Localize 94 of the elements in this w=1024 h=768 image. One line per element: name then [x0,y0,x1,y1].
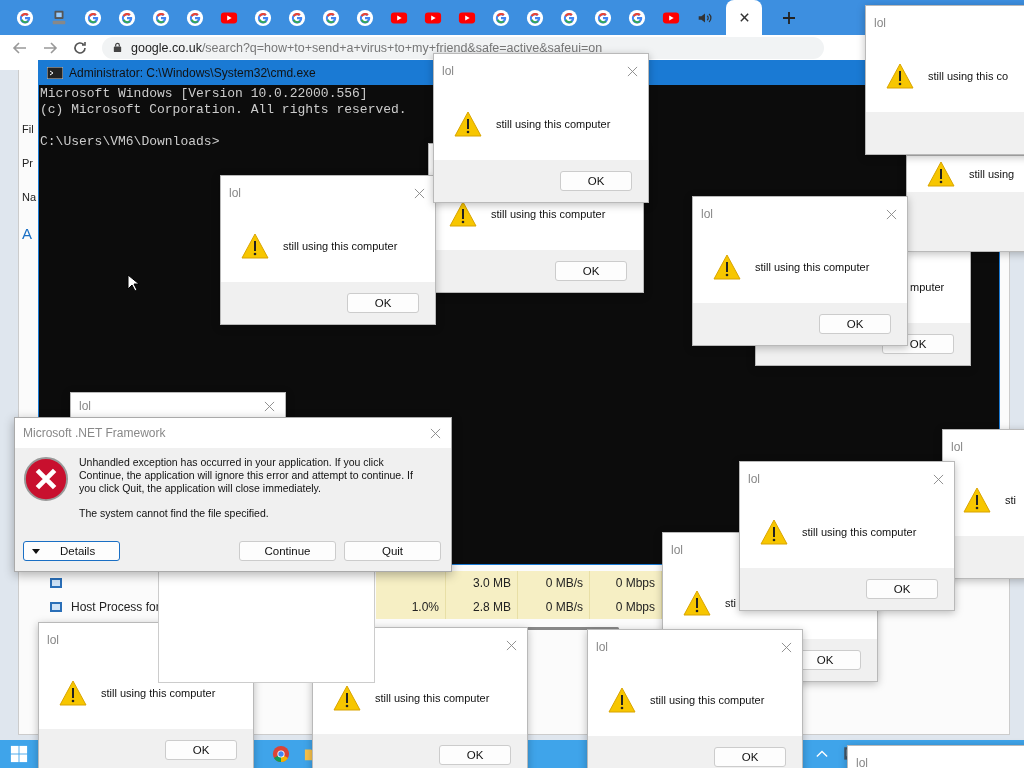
warning-icon [449,201,477,227]
g-logo-icon [526,8,544,27]
back-arrow-icon[interactable] [12,39,28,56]
warning-icon [241,233,269,259]
dialog-title: lol [748,472,760,486]
dialog-message: still using this computer [375,692,490,704]
dialog-title: lol [671,543,683,557]
dialog-message: still using this computer [283,240,398,252]
warning-icon [760,519,788,545]
dialog-message: mputer [910,281,945,293]
dialog-title: lol [47,633,59,647]
lock-icon [112,42,123,53]
dialog-button[interactable]: Quit [344,541,441,561]
ok-button[interactable]: OK [560,171,632,191]
dialog-message: still using this co [928,70,1009,82]
error-icon [23,456,69,502]
address-bar[interactable]: google.co.uk/search?q=how+to+send+a+virus+to+my+friend&safe=active&safeui=on [102,36,824,59]
console-line: Microsoft Windows [Version 10.0.22000.556] [40,86,369,102]
process-icon [49,576,63,590]
dialog-title: lol [79,399,91,413]
warning-icon [333,685,361,711]
dialog-message: sti [725,597,736,609]
dialog-title: lol [229,186,241,200]
g-logo-icon [628,8,646,27]
g-logo-icon [16,8,34,27]
dialog-message: still using this computer [101,687,216,699]
console-line: (c) Microsoft Corporation. All rights reserved. [40,102,408,118]
dialog-title: lol [856,756,868,768]
ok-button[interactable]: OK [866,579,938,599]
g-logo-icon [594,8,612,27]
forward-arrow-icon[interactable] [42,39,58,56]
dialog-title: Microsoft .NET Framework [23,426,166,440]
warning-icon [59,680,87,706]
new-tab-icon[interactable] [782,10,796,25]
ok-button[interactable]: OK [555,261,627,281]
dialog-message: still using this computer [491,208,606,220]
warning-icon [713,254,741,280]
warning-icon [454,111,482,137]
dialog-message: still using [969,168,1015,180]
table-cell: 0 Mbps [590,595,662,619]
table-cell [376,571,446,595]
g-logo-icon [254,8,272,27]
reload-icon[interactable] [72,39,88,56]
table-cell: 0 MB/s [518,595,590,619]
dialog-title: lol [442,64,454,78]
g-logo-icon [152,8,170,27]
computer-icon [50,8,68,27]
console-prompt: C:\Users\VM6\Downloads> [40,134,221,150]
caret-icon [32,548,40,554]
ok-button[interactable]: OK [439,745,511,765]
details-button[interactable]: Details [23,541,120,561]
table-cell: 1.0% [376,595,446,619]
dialog-message: still using this computer [755,261,870,273]
g-logo-icon [118,8,136,27]
dialog-message: still using this computer [802,526,917,538]
g-logo-icon [84,8,102,27]
warning-icon [683,590,711,616]
dialog-message: still using this computer [496,118,611,130]
dialog-title: lol [701,207,713,221]
ok-button[interactable]: OK [347,293,419,313]
process-icon [49,600,63,614]
warning-icon [608,687,636,713]
error-message: Unhandled exception has occurred in your application. If you click Continue, the application will ignore this error and attempt to continue. If you click Quit, the application will close immediately. [79,456,414,495]
dialog-button[interactable]: Continue [239,541,336,561]
g-logo-icon [356,8,374,27]
error-message: The system cannot find the file specified. [79,507,270,520]
warning-icon [927,161,955,187]
warning-icon [886,63,914,89]
chevron-up-icon[interactable] [816,749,828,759]
g-logo-icon [492,8,510,27]
warning-icon [963,487,991,513]
g-logo-icon [288,8,306,27]
dialog-message: still using this computer [650,694,765,706]
url-text: google.co.uk/search?q=how+to+send+a+virus+to+my+friend&safe=active&safeui=on [131,40,603,55]
window-title: Administrator: C:\Windows\System32\cmd.exe [69,66,316,80]
ok-button[interactable]: OK [819,314,891,334]
console-icon [47,67,63,79]
windows-logo-icon[interactable] [10,745,28,763]
ok-button[interactable]: OK [714,747,786,767]
dialog-title: lol [596,640,608,654]
table-cell: 3.0 MB [446,571,518,595]
table-cell: 0 Mbps [590,571,662,595]
browser-icon[interactable] [272,745,290,763]
table-cell: 2.8 MB [446,595,518,619]
dialog-title: lol [951,440,963,454]
g-logo-icon [560,8,578,27]
g-logo-icon [186,8,204,27]
ok-button[interactable]: OK [165,740,237,760]
dialog-title: lol [874,16,886,30]
g-logo-icon [322,8,340,27]
table-cell: 0 MB/s [518,571,590,595]
dialog-message: sti [1005,494,1016,506]
mouse-pointer-icon [127,274,139,292]
close-icon[interactable] [738,12,750,23]
